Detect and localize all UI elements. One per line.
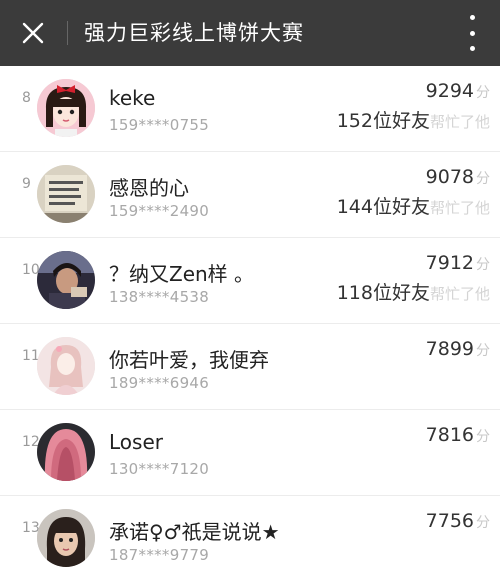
player-name: ？纳又Zen样 。 — [109, 262, 255, 286]
leaderboard-row[interactable]: 10 ？纳又Zen样 。 138****4538 7912 分 118位好友帮忙了… — [0, 238, 500, 324]
avatar — [37, 79, 95, 137]
score-value: 7756 — [425, 510, 474, 532]
avatar — [37, 337, 95, 395]
leaderboard-row[interactable]: 11 你若叶爱，我便弃 189****6946 7899 分 — [0, 324, 500, 410]
friends-help-label: 帮忙了他 — [429, 113, 490, 131]
header-divider — [67, 21, 68, 45]
score: 9078 分 — [426, 166, 490, 188]
score-unit: 分 — [476, 257, 490, 273]
friends-count: 152位好友 — [336, 110, 430, 132]
score-unit: 分 — [476, 343, 490, 359]
leaderboard-row[interactable]: 12 Loser 130****7120 7816 分 — [0, 410, 500, 496]
score-unit: 分 — [476, 85, 490, 101]
top-bar: 强力巨彩线上博饼大赛 — [0, 0, 500, 66]
leaderboard-row[interactable]: 13 承诺♀♂祇是说说★ 187****9779 7756 分 — [0, 496, 500, 581]
friends-help-label: 帮忙了他 — [429, 285, 490, 303]
player-phone: 187****9779 — [109, 546, 210, 564]
score: 7756 分 — [426, 510, 490, 532]
friends-count: 118位好友 — [336, 282, 430, 304]
leaderboard-row[interactable]: 8 keke 159****0755 9294 分 152位好友帮忙了他 — [0, 66, 500, 152]
close-icon — [22, 22, 44, 44]
score-unit: 分 — [476, 515, 490, 531]
avatar — [37, 423, 95, 481]
friends-helped: 118位好友帮忙了他 — [337, 278, 490, 305]
avatar — [37, 509, 95, 567]
score: 7912 分 — [426, 252, 490, 274]
close-button[interactable] — [14, 14, 52, 52]
player-name: 承诺♀♂祇是说说★ — [109, 520, 280, 544]
score-value: 9294 — [425, 80, 474, 102]
friends-helped: 144位好友帮忙了他 — [337, 192, 490, 219]
player-name: 感恩的心 — [109, 176, 189, 200]
avatar — [37, 165, 95, 223]
score: 9294 分 — [426, 80, 490, 102]
score-value: 9078 — [425, 166, 474, 188]
more-vertical-icon — [469, 15, 475, 20]
more-button[interactable] — [462, 15, 482, 51]
score-value: 7816 — [425, 424, 474, 446]
player-name: keke — [109, 86, 156, 110]
leaderboard-list: 8 keke 159****0755 9294 分 152位好友帮忙了他 9 感… — [0, 66, 500, 581]
player-phone: 189****6946 — [109, 374, 210, 392]
avatar — [37, 251, 95, 309]
score-unit: 分 — [476, 429, 490, 445]
score: 7816 分 — [426, 424, 490, 446]
player-phone: 130****7120 — [109, 460, 210, 478]
player-name: Loser — [109, 430, 163, 454]
score-unit: 分 — [476, 171, 490, 187]
score-value: 7912 — [425, 252, 474, 274]
page-title: 强力巨彩线上博饼大赛 — [84, 21, 304, 45]
player-phone: 159****0755 — [109, 116, 210, 134]
score-value: 7899 — [425, 338, 474, 360]
player-name: 你若叶爱，我便弃 — [109, 348, 269, 372]
score: 7899 分 — [426, 338, 490, 360]
friends-count: 144位好友 — [336, 196, 430, 218]
friends-helped: 152位好友帮忙了他 — [337, 106, 490, 133]
player-phone: 159****2490 — [109, 202, 210, 220]
friends-help-label: 帮忙了他 — [429, 199, 490, 217]
player-phone: 138****4538 — [109, 288, 210, 306]
leaderboard-row[interactable]: 9 感恩的心 159****2490 9078 分 144位好友帮忙了他 — [0, 152, 500, 238]
